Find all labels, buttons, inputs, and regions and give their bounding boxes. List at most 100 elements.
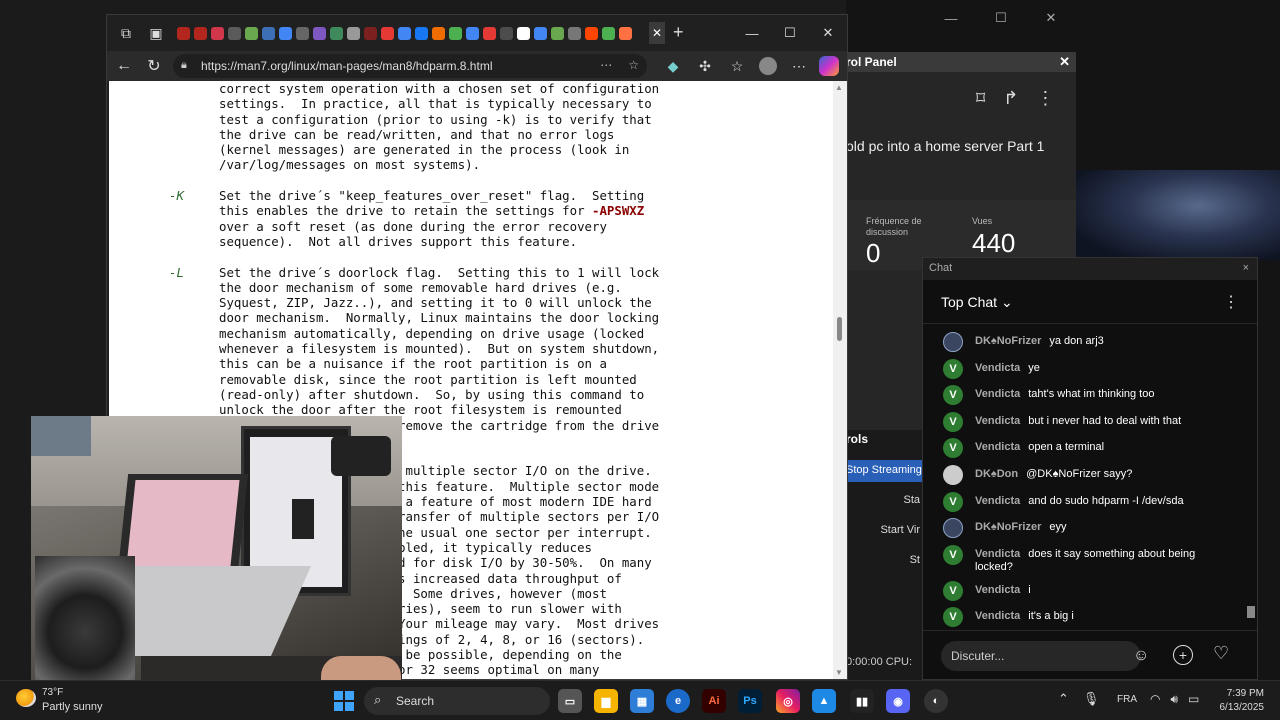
scroll-down-icon[interactable]: ▼ — [835, 668, 843, 677]
new-tab-icon[interactable]: + — [673, 22, 684, 43]
avatar[interactable]: V — [943, 544, 963, 565]
tab-favicon[interactable] — [245, 27, 258, 40]
tab-favicon[interactable] — [415, 27, 428, 40]
tab-favicon[interactable] — [381, 27, 394, 40]
start-virtual-button[interactable]: Start Vir — [846, 524, 922, 536]
stop-streaming-button[interactable]: Stop Streaming — [846, 460, 922, 482]
file-explorer-icon[interactable]: ▆ — [594, 689, 618, 713]
volume-icon[interactable]: 🔊︎ — [1170, 692, 1178, 707]
scroll-thumb[interactable] — [837, 317, 842, 341]
site-info-icon[interactable]: 🔒︎ — [181, 59, 187, 72]
avatar[interactable]: V — [943, 385, 963, 406]
message-author[interactable]: Vendicta — [975, 362, 1020, 374]
message-author[interactable]: Vendicta — [975, 548, 1020, 560]
tab-favicon[interactable] — [466, 27, 479, 40]
message-author[interactable]: DK♠NoFrizer — [975, 335, 1041, 347]
photoshop-icon[interactable]: Ps — [738, 689, 762, 713]
search-box[interactable]: ⌕ Search — [364, 687, 550, 715]
favorites-icon[interactable]: ☆ — [727, 56, 747, 76]
chevron-up-icon[interactable]: ⌃ — [1058, 691, 1069, 707]
battery-icon[interactable]: ▭ — [1188, 692, 1199, 707]
discord-icon[interactable]: ◉ — [886, 689, 910, 713]
avatar[interactable] — [943, 332, 963, 352]
more-icon[interactable]: ⋮ — [1223, 292, 1239, 312]
obs-icon[interactable]: ◐ — [924, 689, 948, 713]
weather-icon[interactable] — [16, 689, 36, 707]
message-author[interactable]: Vendicta — [975, 495, 1020, 507]
maximize-icon[interactable]: ☐ — [976, 6, 1026, 30]
minimize-icon[interactable]: — — [926, 6, 976, 30]
tab-favicon[interactable] — [330, 27, 343, 40]
tab-favicon[interactable] — [483, 27, 496, 40]
extension-icon[interactable]: ◆ — [663, 56, 683, 76]
back-icon[interactable]: ← — [113, 55, 135, 77]
tab-favicon[interactable] — [619, 27, 632, 40]
tab-favicon[interactable] — [517, 27, 530, 40]
language-indicator[interactable]: FRA — [1117, 694, 1137, 705]
message-author[interactable]: DK♠Don — [975, 468, 1018, 480]
message-author[interactable]: DK♠NoFrizer — [975, 521, 1041, 533]
instagram-icon[interactable]: ◎ — [776, 689, 800, 713]
tab-favicon[interactable] — [449, 27, 462, 40]
heart-icon[interactable]: ♡ — [1213, 643, 1229, 664]
tab-favicon[interactable] — [364, 27, 377, 40]
microphone-icon[interactable]: 🎙︎ — [1083, 691, 1100, 707]
workspaces-icon[interactable]: ⧉ — [117, 24, 135, 42]
maximize-icon[interactable]: ☐ — [771, 22, 809, 44]
weather-temp[interactable]: 73°F — [42, 687, 63, 698]
share-icon[interactable]: ↱ — [1003, 88, 1018, 109]
tab-favicon[interactable] — [211, 27, 224, 40]
message-author[interactable]: Vendicta — [975, 441, 1020, 453]
settings-menu-icon[interactable]: ⋯ — [789, 56, 809, 76]
more-options-icon[interactable]: ⋯ — [600, 58, 612, 72]
avatar[interactable] — [943, 518, 963, 539]
clock[interactable]: 7:39 PM 6/13/2025 — [1206, 687, 1265, 715]
chat-scrollbar[interactable] — [1247, 328, 1255, 628]
url-text[interactable]: https://man7.org/linux/man-pages/man8/hd… — [201, 59, 492, 73]
tab-favicon[interactable] — [262, 27, 275, 40]
tab-favicon[interactable] — [585, 27, 598, 40]
tab-favicon[interactable] — [194, 27, 207, 40]
extensions-puzzle-icon[interactable]: ✣ — [695, 56, 715, 76]
tab-favicon[interactable] — [551, 27, 564, 40]
refresh-icon[interactable]: ↻ — [143, 55, 165, 77]
illustrator-icon[interactable]: Ai — [702, 689, 726, 713]
favorite-icon[interactable]: ☆ — [628, 58, 639, 72]
avatar[interactable] — [943, 465, 963, 485]
tab-favicon[interactable] — [228, 27, 241, 40]
start-button[interactable]: Sta — [846, 494, 922, 506]
wifi-icon[interactable]: ◠ — [1150, 692, 1160, 707]
avatar[interactable]: V — [943, 607, 963, 628]
avatar[interactable]: V — [943, 580, 963, 601]
message-author[interactable]: Vendicta — [975, 415, 1020, 427]
audio-app-icon[interactable]: ▮▮ — [850, 689, 874, 713]
tab-actions-icon[interactable]: ▣ — [147, 24, 165, 42]
close-icon[interactable]: ✕ — [1026, 6, 1076, 30]
tab-favicon[interactable] — [500, 27, 513, 40]
tab-favicon[interactable] — [432, 27, 445, 40]
tab-favicon[interactable] — [177, 27, 190, 40]
close-icon[interactable]: ✕ — [1059, 54, 1070, 70]
chat-input[interactable]: Discuter... — [941, 641, 1141, 671]
tab-favicon[interactable] — [568, 27, 581, 40]
close-tab-icon[interactable]: ✕ — [649, 22, 665, 44]
message-author[interactable]: Vendicta — [975, 388, 1020, 400]
tab-favicon[interactable] — [313, 27, 326, 40]
message-author[interactable]: Vendicta — [975, 584, 1020, 596]
studio-button[interactable]: St — [846, 554, 922, 566]
page-scrollbar[interactable]: ▲ ▼ — [833, 81, 847, 679]
store-icon[interactable]: ▦ — [630, 689, 654, 713]
chat-scroll-thumb[interactable] — [1247, 606, 1255, 618]
tab-favicon[interactable] — [534, 27, 547, 40]
message-author[interactable]: Vendicta — [975, 610, 1020, 622]
bookmark-icon[interactable]: ⌑ — [976, 88, 985, 109]
avatar[interactable]: V — [943, 358, 963, 379]
minimize-icon[interactable]: — — [733, 22, 771, 44]
avatar[interactable]: V — [943, 438, 963, 459]
tab-favicon[interactable] — [279, 27, 292, 40]
add-icon[interactable]: + — [1173, 645, 1193, 665]
close-icon[interactable]: ✕ — [809, 22, 847, 44]
start-icon[interactable] — [334, 691, 354, 711]
avatar[interactable]: V — [943, 411, 963, 432]
avatar[interactable]: V — [943, 491, 963, 512]
